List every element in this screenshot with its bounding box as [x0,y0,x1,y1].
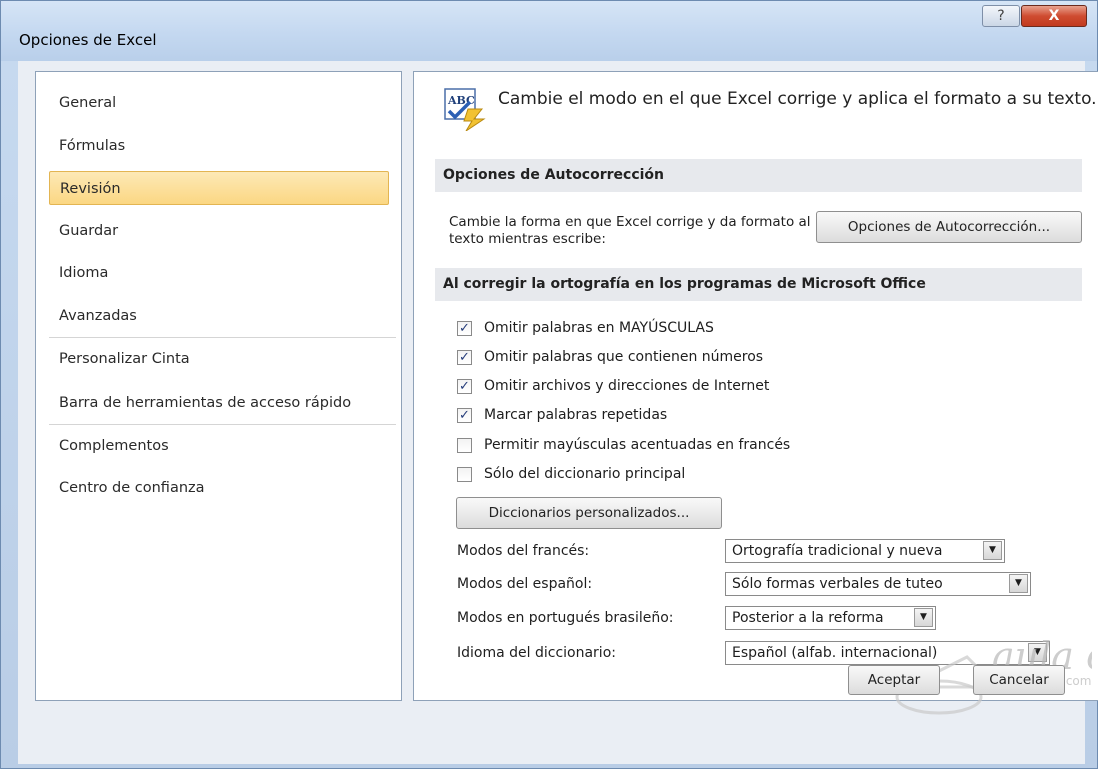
sidebar-item-guardar[interactable]: Guardar [49,214,389,248]
checkbox-box[interactable]: ✓ [457,407,472,423]
custom-dictionaries-button[interactable]: Diccionarios personalizados... [456,497,722,529]
title-bar: Opciones de Excel ? X [1,1,1097,61]
spelling-section-title: Al corregir la ortografía en los program… [435,268,1082,301]
sidebar-item-centro-confianza[interactable]: Centro de confianza [49,471,389,505]
select-value: Ortografía tradicional y nueva [732,543,943,559]
checkbox-box[interactable] [457,466,472,482]
close-button[interactable]: X [1021,5,1087,27]
sidebar-item-formulas[interactable]: Fórmulas [49,129,389,163]
watermark-domain: .com [1062,674,1091,688]
abc-proofing-icon: ABC [444,88,486,131]
sidebar-item-personalizar-cinta[interactable]: Personalizar Cinta [49,342,389,376]
checkbox-french-accented[interactable]: Permitir mayúsculas acentuadas en francé… [457,434,790,456]
nav-divider [49,337,396,338]
content-panel: ABC Cambie el modo en el que Excel corri… [413,71,1098,701]
nav-divider [49,424,396,425]
checkbox-label: Sólo del diccionario principal [484,466,686,482]
spanish-modes-select[interactable]: Sólo formas verbales de tuteo ▼ [725,572,1031,596]
checkbox-ignore-numbers[interactable]: ✓ Omitir palabras que contienen números [457,346,763,368]
checkbox-main-dictionary[interactable]: Sólo del diccionario principal [457,463,685,485]
checkbox-box[interactable]: ✓ [457,320,472,336]
checkbox-ignore-uppercase[interactable]: ✓ Omitir palabras en MAYÚSCULAS [457,317,714,339]
portuguese-modes-label: Modos en portugués brasileño: [457,610,674,626]
sidebar-item-idioma[interactable]: Idioma [49,256,389,290]
checkbox-label: Permitir mayúsculas acentuadas en francé… [484,437,791,453]
sidebar-item-complementos[interactable]: Complementos [49,429,389,463]
checkbox-box[interactable]: ✓ [457,349,472,365]
select-value: Posterior a la reforma [732,610,884,626]
checkbox-box[interactable] [457,437,472,453]
french-modes-label: Modos del francés: [457,543,590,559]
sidebar-item-general[interactable]: General [49,86,389,120]
chevron-down-icon[interactable]: ▼ [983,541,1002,560]
checkbox-flag-repeated[interactable]: ✓ Marcar palabras repetidas [457,404,667,426]
checkbox-box[interactable]: ✓ [457,378,472,394]
checkbox-label: Marcar palabras repetidas [484,407,668,423]
autocorrect-description: Cambie la forma en que Excel corrige y d… [449,214,811,247]
svg-text:ABC: ABC [447,94,475,107]
checkbox-label: Omitir palabras en MAYÚSCULAS [484,320,714,336]
close-icon: X [1048,8,1060,24]
window-title: Opciones de Excel [19,31,157,49]
sidebar-item-avanzadas[interactable]: Avanzadas [49,299,389,333]
cancel-button[interactable]: Cancelar [973,665,1065,695]
chevron-down-icon[interactable]: ▼ [914,608,933,627]
excel-options-dialog: Opciones de Excel ? X General Fórmulas R… [0,0,1098,769]
sidebar-item-revision[interactable]: Revisión [49,171,389,205]
autocorrect-section-title: Opciones de Autocorrección [435,159,1082,192]
help-icon: ? [997,8,1005,24]
chevron-down-icon[interactable]: ▼ [1009,574,1028,593]
french-modes-select[interactable]: Ortografía tradicional y nueva ▼ [725,539,1005,563]
accept-button[interactable]: Aceptar [848,665,940,695]
checkbox-label: Omitir palabras que contienen números [484,349,764,365]
help-button[interactable]: ? [982,5,1020,27]
checkbox-label: Omitir archivos y direcciones de Interne… [484,378,770,394]
select-value: Sólo formas verbales de tuteo [732,576,943,592]
spanish-modes-label: Modos del español: [457,576,593,592]
autocorrect-options-button[interactable]: Opciones de Autocorrección... [816,211,1082,243]
sidebar-item-barra-acceso-rapido[interactable]: Barra de herramientas de acceso rápido [49,386,389,420]
checkbox-ignore-internet[interactable]: ✓ Omitir archivos y direcciones de Inter… [457,375,769,397]
dictionary-language-label: Idioma del diccionario: [457,645,616,661]
sidebar-nav: General Fórmulas Revisión Guardar Idioma… [35,71,402,701]
page-header-text: Cambie el modo en el que Excel corrige y… [498,89,1097,109]
